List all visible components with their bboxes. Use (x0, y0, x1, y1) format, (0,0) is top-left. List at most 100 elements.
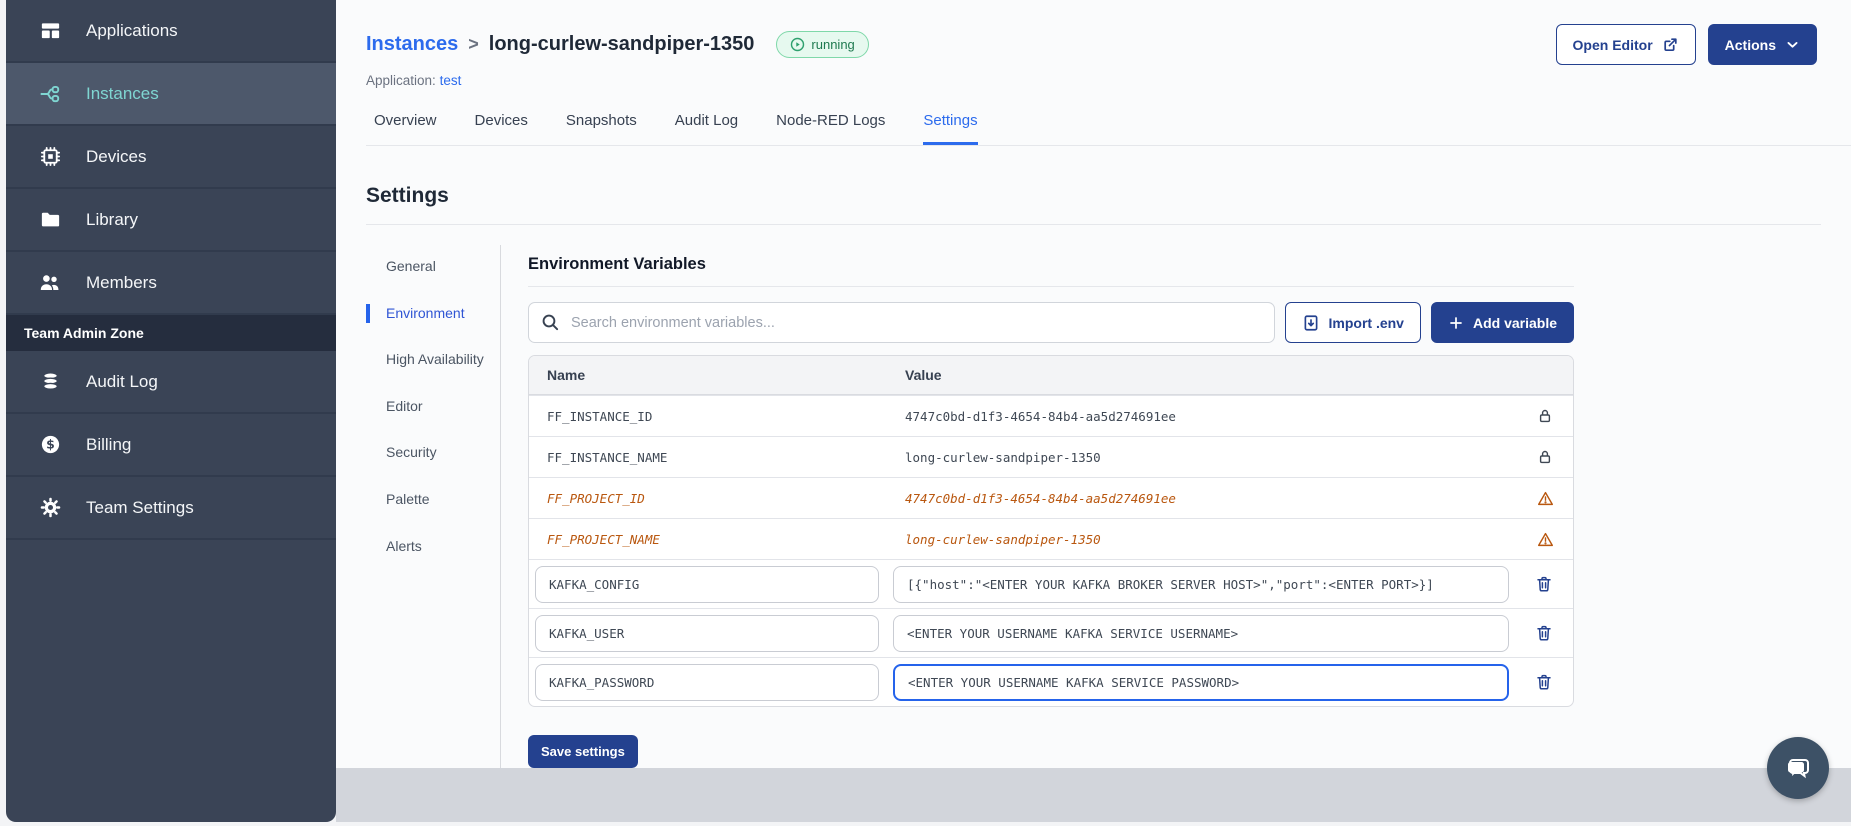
sidebar-item-label: Devices (86, 146, 147, 166)
import-file-icon (1302, 314, 1320, 332)
settings-nav-alerts[interactable]: Alerts (366, 537, 486, 557)
table-row: FF_INSTANCE_ID 4747c0bd-d1f3-4654-84b4-a… (529, 395, 1573, 436)
env-var-name: FF_INSTANCE_ID (547, 408, 653, 424)
sidebar-item-label: Team Settings (86, 497, 194, 517)
chip-icon (38, 145, 62, 169)
settings-nav-environment[interactable]: Environment (366, 303, 486, 324)
env-var-name: FF_PROJECT_ID (547, 490, 645, 506)
tab-overview[interactable]: Overview (374, 112, 437, 145)
env-var-name-input[interactable] (535, 565, 879, 603)
sidebar-item-label: Instances (86, 83, 159, 103)
env-var-value-input-focused[interactable] (893, 663, 1509, 701)
actions-button[interactable]: Actions (1707, 24, 1817, 65)
sidebar-item-library[interactable]: Library (6, 189, 336, 252)
settings-nav-general[interactable]: General (366, 257, 486, 277)
column-header-value: Value (905, 367, 942, 383)
sidebar-item-applications[interactable]: Applications (6, 0, 336, 63)
settings-nav-security[interactable]: Security (366, 443, 486, 463)
table-row (529, 608, 1573, 657)
settings-nav-high-availability[interactable]: High Availability (366, 350, 486, 370)
delete-variable-button[interactable] (1535, 624, 1553, 642)
play-circle-icon (790, 37, 805, 52)
instance-tabs: Overview Devices Snapshots Audit Log Nod… (366, 112, 1851, 146)
application-line: Application: test (366, 73, 462, 88)
tab-devices[interactable]: Devices (475, 112, 528, 145)
warning-icon (1517, 490, 1573, 507)
delete-variable-button[interactable] (1535, 575, 1553, 593)
tab-audit-log[interactable]: Audit Log (675, 112, 738, 145)
sidebar-item-label: Library (86, 209, 138, 229)
add-variable-button[interactable]: Add variable (1430, 302, 1574, 343)
env-var-name-input[interactable] (535, 663, 879, 701)
settings-nav-editor[interactable]: Editor (366, 397, 486, 417)
settings-nav-palette[interactable]: Palette (366, 490, 486, 510)
sidebar-item-members[interactable]: Members (6, 252, 336, 315)
env-var-value: long-curlew-sandpiper-1350 (905, 531, 1101, 547)
page-title: long-curlew-sandpiper-1350 (488, 33, 755, 55)
env-var-name: FF_PROJECT_NAME (547, 531, 660, 547)
env-var-value: 4747c0bd-d1f3-4654-84b4-aa5d274691ee (905, 490, 1176, 506)
env-var-name-input[interactable] (535, 614, 879, 652)
table-row: FF_PROJECT_NAME long-curlew-sandpiper-13… (529, 518, 1573, 559)
chevron-down-icon (1785, 37, 1800, 52)
open-editor-button[interactable]: Open Editor (1555, 24, 1696, 65)
sidebar-item-label: Members (86, 272, 157, 292)
table-row (529, 559, 1573, 608)
main-content: Instances > long-curlew-sandpiper-1350 r… (336, 0, 1851, 768)
env-var-name: FF_INSTANCE_NAME (547, 449, 668, 465)
search-icon (541, 313, 560, 337)
tab-snapshots[interactable]: Snapshots (566, 112, 637, 145)
search-input[interactable] (528, 302, 1275, 343)
breadcrumb-separator: > (468, 34, 479, 54)
tab-settings[interactable]: Settings (923, 112, 978, 145)
settings-title: Settings (366, 184, 449, 207)
settings-divider (366, 224, 1821, 225)
external-link-icon (1662, 36, 1679, 53)
sidebar-section-label: Team Admin Zone (6, 315, 336, 351)
svg-text:$: $ (46, 437, 55, 452)
status-badge-label: running (811, 37, 855, 52)
sidebar-item-devices[interactable]: Devices (6, 126, 336, 189)
sidebar-item-audit-log[interactable]: Audit Log (6, 351, 336, 414)
instances-icon (38, 82, 62, 106)
lock-icon (1517, 408, 1573, 424)
sidebar-item-label: Billing (86, 434, 132, 454)
applications-icon (38, 19, 62, 43)
breadcrumb-instances-link[interactable]: Instances (366, 33, 458, 56)
env-vars-title: Environment Variables (528, 255, 706, 273)
warning-icon (1517, 531, 1573, 548)
sidebar-item-label: Audit Log (86, 371, 158, 391)
env-var-value: long-curlew-sandpiper-1350 (905, 449, 1101, 465)
delete-variable-button[interactable] (1535, 673, 1553, 691)
table-row: FF_INSTANCE_NAME long-curlew-sandpiper-1… (529, 436, 1573, 477)
env-vars-table: Name Value FF_INSTANCE_ID 4747c0bd-d1f3-… (528, 355, 1574, 707)
application-link[interactable]: test (440, 73, 462, 88)
sidebar-item-label: Applications (86, 20, 178, 40)
env-var-value: 4747c0bd-d1f3-4654-84b4-aa5d274691ee (905, 408, 1176, 424)
members-icon (38, 271, 62, 295)
save-settings-button[interactable]: Save settings (528, 735, 638, 768)
footer-band (336, 768, 1851, 822)
table-header: Name Value (529, 356, 1573, 395)
env-vars-divider (528, 286, 1574, 287)
table-row: FF_PROJECT_ID 4747c0bd-d1f3-4654-84b4-aa… (529, 477, 1573, 518)
database-icon (38, 370, 62, 394)
settings-nav: General Environment High Availability Ed… (366, 245, 500, 768)
import-env-button[interactable]: Import .env (1284, 302, 1421, 343)
folder-icon (38, 208, 62, 232)
lock-icon (1517, 449, 1573, 465)
table-row (529, 657, 1573, 706)
tab-node-red-logs[interactable]: Node-RED Logs (776, 112, 885, 145)
chat-widget-button[interactable] (1767, 737, 1829, 799)
sidebar: Applications Instances Devices Library M… (6, 0, 336, 822)
breadcrumb: Instances > long-curlew-sandpiper-1350 r… (366, 0, 1821, 65)
env-var-value-input[interactable] (893, 614, 1509, 652)
column-header-name: Name (547, 367, 586, 383)
status-badge: running (776, 31, 869, 58)
sidebar-item-billing[interactable]: $ Billing (6, 414, 336, 477)
dollar-icon: $ (38, 433, 62, 457)
sidebar-item-instances[interactable]: Instances (6, 63, 336, 126)
sidebar-item-team-settings[interactable]: Team Settings (6, 477, 336, 540)
chat-icon (1783, 753, 1813, 783)
env-var-value-input[interactable] (893, 565, 1509, 603)
